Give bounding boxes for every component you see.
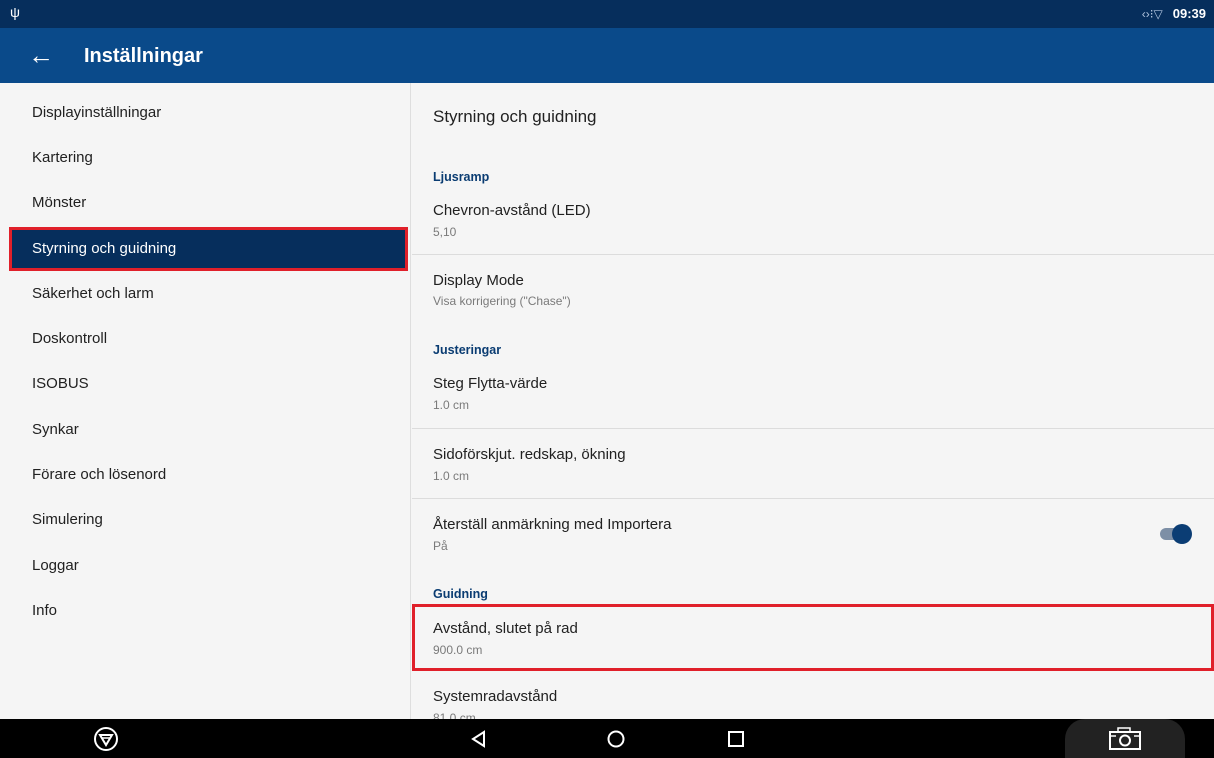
pref-value: 5,10: [433, 225, 457, 239]
back-arrow-icon[interactable]: ←: [28, 40, 58, 70]
sidebar-item-kartering[interactable]: Kartering: [0, 136, 411, 180]
sidebar-item-simulering[interactable]: Simulering: [0, 498, 411, 542]
pref-title: Chevron-avstånd (LED): [433, 202, 591, 219]
sidebar-item-styrning-och-guidning[interactable]: Styrning och guidning: [9, 227, 408, 271]
sidebar-item-forare-och-losenord[interactable]: Förare och lösenord: [0, 453, 411, 497]
section-guidning: Guidning: [433, 587, 488, 601]
sidebar-item-loggar[interactable]: Loggar: [0, 544, 411, 588]
toggle-thumb: [1172, 524, 1192, 544]
status-bar: ψ ‹›⁝▽ 09:39: [0, 0, 1214, 28]
pref-value: 1.0 cm: [433, 469, 470, 483]
nav-home-icon[interactable]: [601, 719, 631, 758]
sidebar-item-monster[interactable]: Mönster: [0, 181, 411, 225]
clock: 09:39: [1172, 6, 1206, 21]
pref-title: Steg Flytta-värde: [433, 375, 548, 392]
pref-title: Återställ anmärkning med Importera: [433, 516, 672, 533]
status-right: ‹›⁝▽ 09:39: [1142, 6, 1206, 21]
signal-icon: ‹›⁝▽: [1141, 6, 1163, 21]
pref-value: Visa korrigering ("Chase"): [433, 294, 571, 308]
pref-title: Display Mode: [433, 272, 524, 289]
sidebar-item-synkar[interactable]: Synkar: [0, 408, 411, 452]
pref-aterstall-anmarkning[interactable]: Återställ anmärkning med Importera På: [412, 499, 1214, 569]
pref-display-mode[interactable]: Display Mode Visa korrigering ("Chase"): [412, 255, 1214, 325]
pref-value: På: [433, 539, 448, 553]
pref-steg-flytta-varde[interactable]: Steg Flytta-värde 1.0 cm: [412, 361, 1214, 428]
sidebar-item-displayinstallningar[interactable]: Displayinställningar: [0, 91, 411, 135]
content-heading: Styrning och guidning: [433, 107, 597, 126]
pref-sidoforskjut[interactable]: Sidoförskjut. redskap, ökning 1.0 cm: [412, 429, 1214, 497]
sidebar-item-isobus[interactable]: ISOBUS: [0, 362, 411, 406]
sidebar-item-sakerhet-och-larm[interactable]: Säkerhet och larm: [0, 272, 411, 316]
section-ljusramp: Ljusramp: [433, 170, 490, 184]
pref-chevron-avstand[interactable]: Chevron-avstånd (LED) 5,10: [412, 188, 1214, 254]
pref-value: 81.0 cm: [433, 711, 476, 719]
app-bar: ← Inställningar: [0, 28, 1214, 83]
pref-value: 1.0 cm: [433, 398, 470, 412]
settings-sidebar: Displayinställningar Kartering Mönster S…: [0, 83, 411, 719]
stop-icon[interactable]: [86, 719, 126, 758]
pref-title: Systemradavstånd: [433, 688, 558, 705]
sidebar-item-info[interactable]: Info: [0, 589, 411, 633]
nav-back-icon[interactable]: [464, 719, 494, 758]
navigation-bar: [0, 719, 1214, 758]
page-title: Inställningar: [84, 45, 203, 67]
aterstall-toggle-switch[interactable]: [1158, 524, 1192, 544]
usb-icon: ψ: [10, 4, 20, 20]
pref-systemradavstand[interactable]: Systemradavstånd 81.0 cm: [412, 673, 1214, 719]
highlight-frame: [412, 604, 1214, 671]
settings-content: Styrning och guidning Ljusramp Chevron-a…: [412, 83, 1214, 719]
nav-recents-icon[interactable]: [721, 719, 751, 758]
section-justeringar: Justeringar: [433, 343, 502, 357]
pref-title: Sidoförskjut. redskap, ökning: [433, 446, 626, 463]
camera-icon[interactable]: [1105, 719, 1145, 758]
sidebar-item-doskontroll[interactable]: Doskontroll: [0, 317, 411, 361]
